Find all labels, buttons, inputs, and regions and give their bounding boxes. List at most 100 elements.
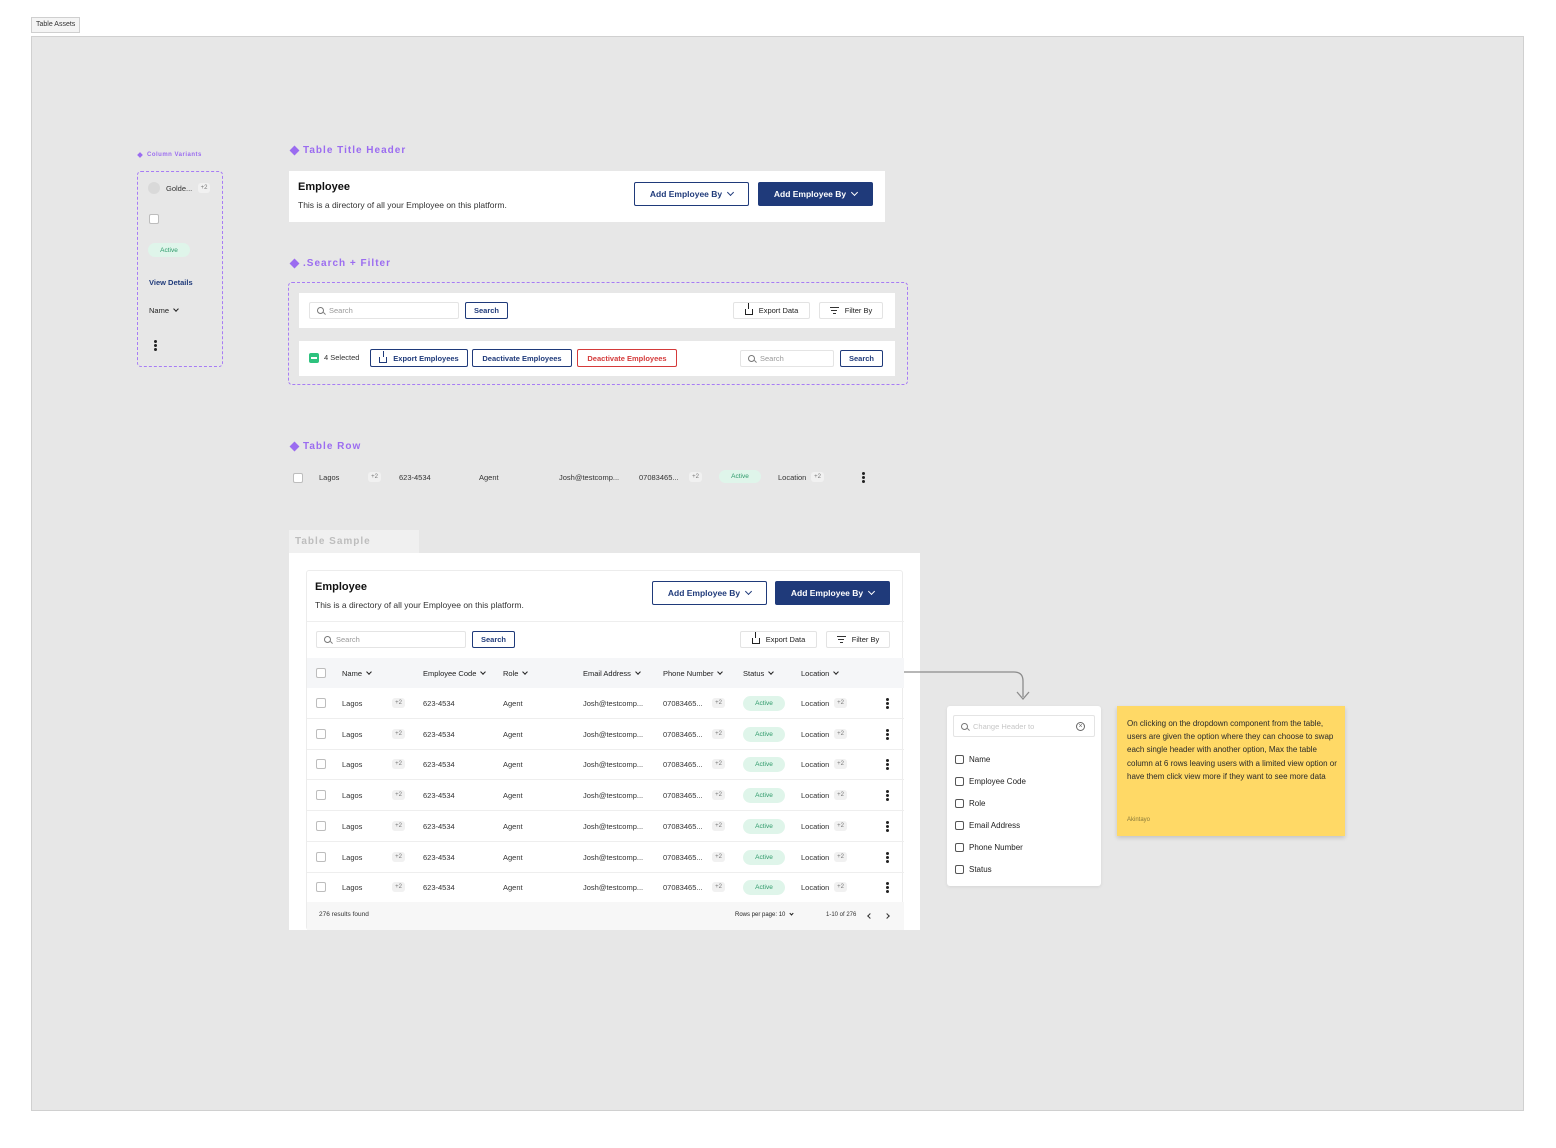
- kebab-icon[interactable]: [154, 340, 157, 351]
- export-data-button[interactable]: Export Data: [733, 302, 810, 319]
- selected-count: 4 Selected: [324, 353, 360, 362]
- plus-badge: +2: [392, 851, 405, 862]
- col-header-email-address[interactable]: Email Address: [583, 669, 641, 678]
- kebab-icon[interactable]: [886, 728, 889, 740]
- col-header-status[interactable]: Status: [743, 669, 775, 678]
- table-search-input[interactable]: Search: [316, 631, 466, 648]
- add-employee-solid-button[interactable]: Add Employee By: [775, 581, 890, 605]
- dropdown-option[interactable]: Phone Number: [955, 842, 1093, 856]
- chevron-right-icon[interactable]: [884, 913, 890, 919]
- row-location: Location: [801, 883, 830, 893]
- selected-checkbox[interactable]: [309, 353, 319, 363]
- col-header-employee-code[interactable]: Employee Code: [423, 669, 487, 678]
- diamond-icon: [137, 152, 143, 158]
- chevron-down-icon: [789, 911, 794, 916]
- table-row[interactable]: Lagos +2 623-4534 Agent Josh@testcomp... 0708…: [307, 872, 904, 904]
- option-checkbox[interactable]: [955, 755, 964, 764]
- option-checkbox[interactable]: [955, 843, 964, 852]
- col-header-name[interactable]: Name: [342, 669, 372, 678]
- chevron-down-icon: [173, 306, 179, 312]
- view-details-link[interactable]: View Details: [149, 278, 193, 287]
- rows-per-page-select[interactable]: Rows per page: 10: [735, 911, 794, 918]
- change-header-input[interactable]: Change Header to: [953, 715, 1095, 737]
- search-input-2[interactable]: Search: [740, 350, 834, 367]
- table-row[interactable]: Lagos +2 623-4534 Agent Josh@testcomp... 0708…: [307, 780, 904, 812]
- table-row[interactable]: Lagos +2 623-4534 Agent Josh@testcomp... 0708…: [307, 842, 904, 873]
- col-header-phone-number[interactable]: Phone Number: [663, 669, 724, 678]
- kebab-icon[interactable]: [886, 698, 889, 709]
- table-row[interactable]: Lagos +2 623-4534 Agent Josh@testcomp... 0708…: [307, 811, 904, 842]
- search-input[interactable]: Search: [309, 302, 459, 319]
- row-code: 623-4534: [423, 852, 455, 862]
- search-icon: [748, 355, 755, 362]
- dropdown-option[interactable]: Employee Code: [955, 776, 1093, 790]
- search-button[interactable]: Search: [465, 302, 508, 319]
- table-title: Employee: [315, 581, 367, 593]
- chevron-left-icon[interactable]: [867, 913, 873, 919]
- dropdown-option[interactable]: Email Address: [955, 820, 1093, 834]
- table-title-header-label: Table Title Header: [289, 145, 406, 156]
- col-header-label: Role: [503, 669, 519, 678]
- add-employee-outline-label: Add Employee By: [667, 588, 741, 598]
- search-bar-card: Search Search Export Data Filter By: [299, 293, 895, 328]
- table-export-data-button[interactable]: Export Data: [740, 631, 817, 648]
- deactivate-employees-button[interactable]: Deactivate Employees: [472, 349, 572, 367]
- plus-badge: +2: [834, 759, 847, 770]
- table-row[interactable]: Lagos +2 623-4534 Agent Josh@testcomp... 0708…: [307, 719, 904, 750]
- kebab-icon[interactable]: [886, 759, 889, 771]
- table-search-button[interactable]: Search: [472, 631, 515, 648]
- table-row[interactable]: Lagos +2 623-4534 Agent Josh@testcomp... 0708…: [307, 688, 904, 719]
- option-checkbox[interactable]: [955, 799, 964, 808]
- option-checkbox[interactable]: [955, 821, 964, 830]
- row-code: 623-4534: [423, 760, 455, 770]
- row-checkbox[interactable]: [316, 851, 326, 862]
- kebab-icon[interactable]: [862, 472, 865, 483]
- table-row[interactable]: Lagos +2 623-4534 Agent Josh@testcomp... 0708…: [307, 749, 904, 781]
- status-badge: Active: [148, 243, 190, 257]
- row-checkbox[interactable]: [316, 790, 326, 801]
- col-header-role[interactable]: Role: [503, 669, 529, 678]
- kebab-icon[interactable]: [886, 790, 889, 802]
- table-row-sample[interactable]: Lagos +2 623-4534 Agent Josh@testcomp...…: [289, 464, 885, 492]
- row-name: Lagos: [342, 729, 363, 739]
- row-checkbox[interactable]: [293, 473, 303, 483]
- clear-icon[interactable]: ×: [1076, 722, 1085, 731]
- filter-icon: [829, 307, 839, 314]
- plus-badge: +2: [834, 698, 847, 708]
- row-checkbox[interactable]: [316, 820, 326, 831]
- add-employee-outline-button[interactable]: Add Employee By: [634, 182, 749, 206]
- add-employee-outline-button[interactable]: Add Employee By: [652, 581, 767, 605]
- header-name-variant[interactable]: Name: [149, 306, 179, 315]
- dropdown-option[interactable]: Name: [955, 754, 1093, 768]
- col-header-location[interactable]: Location: [801, 669, 840, 678]
- row-checkbox[interactable]: [316, 698, 326, 708]
- option-label: Name: [969, 755, 991, 764]
- filter-by-button[interactable]: Filter By: [819, 302, 883, 319]
- kebab-icon[interactable]: [886, 820, 889, 832]
- row-checkbox[interactable]: [316, 759, 326, 770]
- kebab-icon[interactable]: [886, 882, 889, 894]
- search-button-2[interactable]: Search: [840, 350, 883, 367]
- option-checkbox[interactable]: [955, 777, 964, 786]
- search-filter-box: Search Search Export Data Filter By 4 Se…: [288, 282, 908, 385]
- option-checkbox[interactable]: [955, 865, 964, 874]
- plus-badge: +2: [392, 728, 405, 739]
- select-all-checkbox[interactable]: [316, 668, 326, 678]
- export-employees-button[interactable]: Export Employees: [370, 349, 468, 367]
- kebab-icon[interactable]: [886, 851, 889, 863]
- filter-by-label: Filter By: [844, 306, 873, 315]
- sticky-note: On clicking on the dropdown component fr…: [1117, 706, 1345, 836]
- dropdown-option[interactable]: Role: [955, 798, 1093, 812]
- dropdown-option[interactable]: Status: [955, 864, 1093, 878]
- deactivate-employees-danger-button[interactable]: Deactivate Employees: [577, 349, 677, 367]
- row-checkbox[interactable]: [316, 882, 326, 893]
- table-filter-by-button[interactable]: Filter By: [826, 631, 890, 648]
- checkbox-variant[interactable]: [149, 214, 159, 224]
- add-employee-solid-button[interactable]: Add Employee By: [758, 182, 873, 206]
- chevron-down-icon: [745, 587, 753, 596]
- row-location: Location: [801, 821, 830, 831]
- row-checkbox[interactable]: [316, 728, 326, 739]
- export-icon: [379, 350, 388, 363]
- row-role: Agent: [479, 473, 499, 482]
- row-email: Josh@testcomp...: [583, 883, 644, 893]
